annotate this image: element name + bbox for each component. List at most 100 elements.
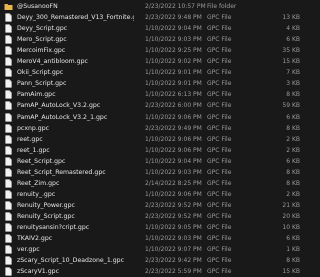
file-list: @SusanooFN 2/23/2022 10:57 PM File folder D… — [0, 0, 306, 276]
file-type: GPC File — [207, 201, 232, 209]
file-name: reet.gpc — [17, 135, 43, 143]
file-row[interactable]: MercoimFix.gpc 1/10/2022 9:25 PM GPC File 3… — [0, 45, 306, 56]
file-row[interactable]: Reet_Zim.gpc 2/14/2022 8:25 PM GPC File 8 K… — [0, 178, 306, 189]
folder-row[interactable]: @SusanooFN 2/23/2022 10:57 PM File folder — [0, 1, 306, 12]
file-icon — [4, 112, 13, 122]
file-type: GPC File — [207, 224, 232, 231]
file-size: 6 KB — [286, 157, 300, 165]
file-type: GPC File — [207, 168, 232, 176]
file-size: 2 KB — [286, 190, 300, 198]
file-date-modified: 2/14/2022 8:25 PM — [145, 179, 202, 187]
file-row[interactable]: Pann_Script.gpc 1/10/2022 9:01 PM GPC File… — [0, 78, 306, 89]
file-date-modified: 2/23/2022 9:52 PM — [145, 201, 202, 209]
file-name: MeroV4_antibloom.gpc — [17, 58, 88, 66]
file-row[interactable]: reet.gpc 1/10/2022 9:06 PM GPC File 2 KB — [0, 134, 306, 145]
file-date-modified: 2/23/2022 9:48 PM — [145, 14, 202, 22]
file-size: 8 KB — [286, 179, 300, 187]
file-size: 3 KB — [286, 80, 300, 88]
file-row[interactable]: TKAIV2.gpc 1/10/2022 9:03 PM GPC File 6 KB — [0, 233, 306, 244]
file-date-modified: 2/23/2022 9:49 PM — [145, 124, 202, 132]
file-size: 2 KB — [286, 146, 300, 154]
file-row[interactable]: reet_1.gpc 1/10/2022 9:06 PM GPC File 2 KB — [0, 145, 306, 156]
file-type: GPC File — [207, 102, 232, 110]
file-size: 15 KB — [282, 58, 300, 66]
file-type: GPC File — [207, 36, 232, 44]
file-icon — [4, 156, 13, 166]
file-row[interactable]: Reet_Script_Remastered.gpc 1/10/2022 9:03… — [0, 167, 306, 178]
file-icon — [4, 267, 13, 276]
file-date-modified: 2/23/2022 6:00 PM — [145, 102, 202, 110]
file-size: 8 KB — [286, 168, 300, 176]
file-icon — [4, 90, 13, 100]
file-row[interactable]: MeroV4_antibloom.gpc 1/10/2022 9:02 PM GPC… — [0, 56, 306, 67]
file-row[interactable]: Okii_Script.gpc 1/10/2022 9:01 PM GPC File… — [0, 67, 306, 78]
file-name: Okii_Script.gpc — [17, 69, 64, 77]
file-name: Renuity_Power.gpc — [17, 201, 75, 209]
file-date-modified: 1/10/2022 9:07 PM — [145, 246, 202, 254]
file-icon — [4, 190, 13, 199]
file-date-modified: 1/10/2022 9:25 PM — [145, 47, 202, 55]
file-type: GPC File — [207, 190, 232, 198]
file-row[interactable]: PamAim.gpc 1/10/2022 6:13 PM GPC File 8 KB — [0, 89, 306, 100]
file-icon — [4, 223, 13, 232]
file-type: GPC File — [207, 146, 232, 154]
file-date-modified: 2/23/2022 10:57 PM — [145, 3, 206, 10]
file-icon — [4, 68, 13, 77]
file-row[interactable]: Deyy_300_Remastered_V13_Fortnite.gpc 2/23… — [0, 12, 306, 23]
file-date-modified: 1/10/2022 9:05 PM — [145, 224, 202, 231]
file-row[interactable]: zScary_Script_10_Deadzone_1.gpc 2/23/2022… — [0, 255, 306, 266]
file-row[interactable]: ver.gpc 1/10/2022 9:07 PM GPC File 1 KB — [0, 244, 306, 255]
file-icon — [4, 35, 13, 44]
file-row[interactable]: renuitysansin?cript.gpc 1/10/2022 9:05 PM… — [0, 222, 306, 233]
file-icon — [4, 201, 13, 210]
file-name: Deyy_Script.gpc — [17, 25, 68, 33]
file-type: GPC File — [207, 179, 232, 187]
file-row[interactable]: Mero_Script.gpc 1/10/2022 9:03 PM GPC File… — [0, 34, 306, 45]
file-date-modified: 1/10/2022 9:03 PM — [145, 235, 202, 243]
file-row[interactable]: PamAP_AutoLock_V3.2.gpc 2/23/2022 6:00 PM… — [0, 100, 306, 111]
file-size: 35 KB — [282, 47, 300, 55]
file-name: Reet_Zim.gpc — [17, 179, 60, 187]
file-row[interactable]: zScaryV1.gpc 2/23/2022 5:59 PM GPC File 15 … — [0, 266, 306, 277]
file-row[interactable]: Renuity_Script.gpc 2/23/2022 9:52 PM GPC F… — [0, 211, 306, 222]
file-row[interactable]: renuity_.gpc 1/10/2022 9:06 PM GPC File 2 K… — [0, 189, 306, 200]
file-type: GPC File — [207, 14, 232, 22]
file-date-modified: 1/10/2022 9:01 PM — [145, 69, 202, 77]
file-icon — [4, 168, 13, 177]
file-row[interactable]: PamAP_AutoLock_V3.2_1.gpc 1/10/2022 9:06 … — [0, 112, 306, 123]
file-date-modified: 1/10/2022 6:13 PM — [145, 91, 202, 99]
file-row[interactable]: Reet_Script.gpc 1/10/2022 9:04 PM GPC File… — [0, 156, 306, 167]
file-size: 15 KB — [282, 268, 300, 276]
file-type: GPC File — [207, 69, 232, 77]
file-name: Pann_Script.gpc — [17, 80, 67, 88]
file-type: GPC File — [207, 268, 232, 276]
file-icon — [4, 145, 13, 155]
file-icon — [4, 234, 13, 243]
file-row[interactable]: pcxnp.gpc 2/23/2022 9:49 PM GPC File 8 KB — [0, 123, 306, 134]
file-name: reet_1.gpc — [17, 146, 50, 154]
file-name: zScary_Script_10_Deadzone_1.gpc — [17, 257, 124, 265]
file-name: MercoimFix.gpc — [17, 47, 66, 55]
file-size: 8 KB — [286, 124, 300, 132]
file-date-modified: 2/23/2022 9:52 PM — [145, 212, 202, 220]
file-date-modified: 1/10/2022 9:04 PM — [145, 157, 202, 165]
file-size: 1 KB — [286, 246, 300, 254]
file-type: GPC File — [207, 25, 232, 33]
file-name: Mero_Script.gpc — [17, 36, 67, 44]
file-name: renuity_.gpc — [17, 190, 56, 198]
file-type: File folder — [207, 3, 237, 10]
file-size: 8 KB — [286, 257, 300, 265]
file-icon — [4, 179, 13, 188]
file-icon — [4, 101, 13, 111]
file-size: 59 KB — [282, 102, 300, 110]
file-row[interactable]: Renuity_Power.gpc 2/23/2022 9:52 PM GPC Fi… — [0, 200, 306, 211]
file-name: PamAP_AutoLock_V3.2.gpc — [17, 102, 101, 110]
file-size: 6 KB — [286, 36, 300, 44]
file-row[interactable]: Deyy_Script.gpc 1/10/2022 9:04 PM GPC File… — [0, 23, 306, 34]
file-icon — [4, 24, 13, 33]
file-name: @SusanooFN — [17, 3, 58, 10]
file-name: Renuity_Script.gpc — [17, 212, 75, 220]
file-icon — [4, 123, 13, 133]
file-type: GPC File — [207, 246, 232, 254]
file-size: 21 KB — [282, 201, 300, 209]
